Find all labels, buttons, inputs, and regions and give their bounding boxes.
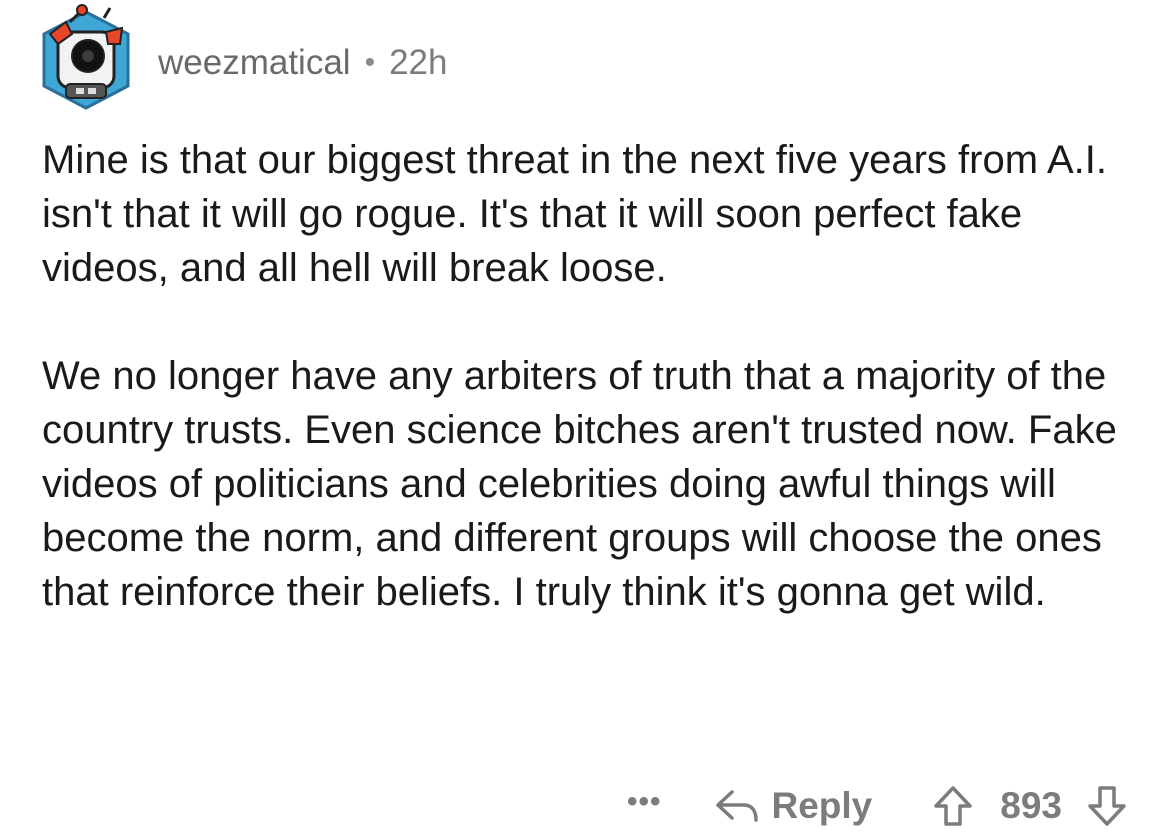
- avatar[interactable]: [36, 4, 136, 114]
- comment-age: 22h: [389, 43, 448, 82]
- downvote-arrow-icon[interactable]: [1086, 784, 1128, 828]
- more-options-icon[interactable]: •••: [627, 785, 662, 819]
- comment-meta: weezmatical • 22h: [158, 43, 448, 83]
- comment-body: Mine is that our biggest threat in the n…: [42, 133, 1132, 619]
- comment-actions: ••• Reply 893: [627, 776, 1128, 836]
- reply-arrow-icon: [715, 790, 758, 822]
- upvote-arrow-icon[interactable]: [932, 784, 974, 828]
- vote-score: 893: [1000, 785, 1062, 826]
- username-link[interactable]: weezmatical: [158, 43, 351, 83]
- comment-header: weezmatical • 22h: [36, 4, 448, 114]
- vote-controls: 893: [932, 784, 1128, 828]
- reply-label: Reply: [771, 785, 873, 826]
- comment-paragraph: Mine is that our biggest threat in the n…: [42, 138, 1107, 290]
- meta-separator: •: [364, 46, 376, 79]
- comment-paragraph: We no longer have any arbiters of truth …: [42, 354, 1117, 614]
- reply-button[interactable]: Reply: [714, 785, 873, 827]
- snoo-robot-avatar-icon: [42, 4, 130, 110]
